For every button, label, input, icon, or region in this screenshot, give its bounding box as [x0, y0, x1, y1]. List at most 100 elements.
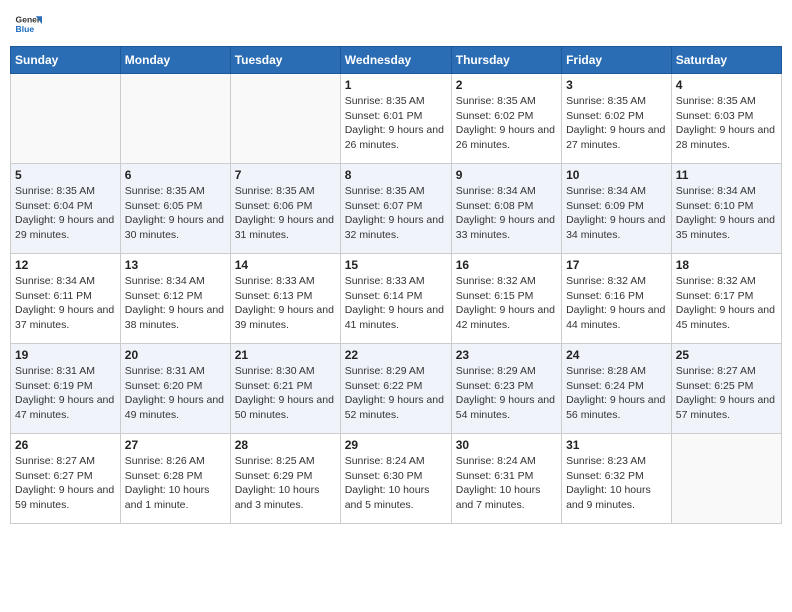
- calendar-day-cell: 3 Sunrise: 8:35 AM Sunset: 6:02 PM Daylig…: [562, 74, 672, 164]
- calendar-day-cell: 25 Sunrise: 8:27 AM Sunset: 6:25 PM Dayli…: [671, 344, 781, 434]
- day-number: 17: [566, 258, 667, 272]
- day-number: 1: [345, 78, 447, 92]
- day-number: 3: [566, 78, 667, 92]
- logo: General Blue: [14, 10, 46, 38]
- day-info: Sunrise: 8:33 AM Sunset: 6:13 PM Dayligh…: [235, 274, 336, 333]
- calendar-day-cell: 7 Sunrise: 8:35 AM Sunset: 6:06 PM Daylig…: [230, 164, 340, 254]
- svg-text:Blue: Blue: [16, 24, 35, 34]
- day-info: Sunrise: 8:25 AM Sunset: 6:29 PM Dayligh…: [235, 454, 336, 513]
- day-number: 6: [125, 168, 226, 182]
- calendar-day-cell: [671, 434, 781, 524]
- calendar-day-cell: 1 Sunrise: 8:35 AM Sunset: 6:01 PM Daylig…: [340, 74, 451, 164]
- calendar-day-cell: 11 Sunrise: 8:34 AM Sunset: 6:10 PM Dayli…: [671, 164, 781, 254]
- day-info: Sunrise: 8:34 AM Sunset: 6:10 PM Dayligh…: [676, 184, 777, 243]
- calendar-week-row: 12Sunrise: 8:34 AM Sunset: 6:11 PM Dayli…: [11, 254, 782, 344]
- day-number: 27: [125, 438, 226, 452]
- day-number: 21: [235, 348, 336, 362]
- day-info: Sunrise: 8:29 AM Sunset: 6:23 PM Dayligh…: [456, 364, 557, 423]
- day-info: Sunrise: 8:32 AM Sunset: 6:15 PM Dayligh…: [456, 274, 557, 333]
- day-info: Sunrise: 8:35 AM Sunset: 6:06 PM Dayligh…: [235, 184, 336, 243]
- day-number: 13: [125, 258, 226, 272]
- calendar-day-cell: 19 Sunrise: 8:31 AM Sunset: 6:19 PM Dayli…: [11, 344, 121, 434]
- calendar-day-cell: [230, 74, 340, 164]
- day-number: 20: [125, 348, 226, 362]
- calendar-day-cell: 21Sunrise: 8:30 AM Sunset: 6:21 PM Dayli…: [230, 344, 340, 434]
- day-info: Sunrise: 8:34 AM Sunset: 6:09 PM Dayligh…: [566, 184, 667, 243]
- calendar-table: SundayMondayTuesdayWednesdayThursdayFrid…: [10, 46, 782, 524]
- day-info: Sunrise: 8:35 AM Sunset: 6:02 PM Dayligh…: [566, 94, 667, 153]
- calendar-week-row: 26 Sunrise: 8:27 AM Sunset: 6:27 PM Dayli…: [11, 434, 782, 524]
- calendar-day-cell: 28 Sunrise: 8:25 AM Sunset: 6:29 PM Dayli…: [230, 434, 340, 524]
- weekday-header: Friday: [562, 47, 672, 74]
- logo-icon: General Blue: [14, 10, 42, 38]
- calendar-day-cell: 26 Sunrise: 8:27 AM Sunset: 6:27 PM Dayli…: [11, 434, 121, 524]
- calendar-day-cell: 2 Sunrise: 8:35 AM Sunset: 6:02 PM Daylig…: [451, 74, 561, 164]
- calendar-day-cell: 29 Sunrise: 8:24 AM Sunset: 6:30 PM Dayli…: [340, 434, 451, 524]
- calendar-day-cell: 9 Sunrise: 8:34 AM Sunset: 6:08 PM Daylig…: [451, 164, 561, 254]
- day-info: Sunrise: 8:35 AM Sunset: 6:03 PM Dayligh…: [676, 94, 777, 153]
- day-number: 19: [15, 348, 116, 362]
- day-number: 10: [566, 168, 667, 182]
- calendar-day-cell: 5Sunrise: 8:35 AM Sunset: 6:04 PM Daylig…: [11, 164, 121, 254]
- day-number: 11: [676, 168, 777, 182]
- weekday-header: Monday: [120, 47, 230, 74]
- page-header: General Blue: [10, 10, 782, 38]
- day-info: Sunrise: 8:27 AM Sunset: 6:27 PM Dayligh…: [15, 454, 116, 513]
- day-number: 7: [235, 168, 336, 182]
- calendar-day-cell: 23Sunrise: 8:29 AM Sunset: 6:23 PM Dayli…: [451, 344, 561, 434]
- day-info: Sunrise: 8:35 AM Sunset: 6:05 PM Dayligh…: [125, 184, 226, 243]
- calendar-week-row: 19 Sunrise: 8:31 AM Sunset: 6:19 PM Dayli…: [11, 344, 782, 434]
- weekday-header: Saturday: [671, 47, 781, 74]
- day-number: 9: [456, 168, 557, 182]
- calendar-day-cell: 14Sunrise: 8:33 AM Sunset: 6:13 PM Dayli…: [230, 254, 340, 344]
- day-info: Sunrise: 8:29 AM Sunset: 6:22 PM Dayligh…: [345, 364, 447, 423]
- calendar-day-cell: 18Sunrise: 8:32 AM Sunset: 6:17 PM Dayli…: [671, 254, 781, 344]
- day-info: Sunrise: 8:32 AM Sunset: 6:16 PM Dayligh…: [566, 274, 667, 333]
- day-number: 25: [676, 348, 777, 362]
- day-number: 4: [676, 78, 777, 92]
- day-number: 8: [345, 168, 447, 182]
- calendar-day-cell: 4 Sunrise: 8:35 AM Sunset: 6:03 PM Daylig…: [671, 74, 781, 164]
- calendar-day-cell: 24Sunrise: 8:28 AM Sunset: 6:24 PM Dayli…: [562, 344, 672, 434]
- day-info: Sunrise: 8:35 AM Sunset: 6:01 PM Dayligh…: [345, 94, 447, 153]
- calendar-day-cell: 12Sunrise: 8:34 AM Sunset: 6:11 PM Dayli…: [11, 254, 121, 344]
- day-info: Sunrise: 8:23 AM Sunset: 6:32 PM Dayligh…: [566, 454, 667, 513]
- calendar-day-cell: 16 Sunrise: 8:32 AM Sunset: 6:15 PM Dayli…: [451, 254, 561, 344]
- day-info: Sunrise: 8:34 AM Sunset: 6:12 PM Dayligh…: [125, 274, 226, 333]
- calendar-day-cell: 22 Sunrise: 8:29 AM Sunset: 6:22 PM Dayli…: [340, 344, 451, 434]
- weekday-header: Tuesday: [230, 47, 340, 74]
- day-info: Sunrise: 8:34 AM Sunset: 6:08 PM Dayligh…: [456, 184, 557, 243]
- calendar-week-row: 1 Sunrise: 8:35 AM Sunset: 6:01 PM Daylig…: [11, 74, 782, 164]
- day-number: 2: [456, 78, 557, 92]
- day-number: 29: [345, 438, 447, 452]
- calendar-header-row: SundayMondayTuesdayWednesdayThursdayFrid…: [11, 47, 782, 74]
- calendar-day-cell: 8 Sunrise: 8:35 AM Sunset: 6:07 PM Daylig…: [340, 164, 451, 254]
- calendar-day-cell: 15Sunrise: 8:33 AM Sunset: 6:14 PM Dayli…: [340, 254, 451, 344]
- day-info: Sunrise: 8:35 AM Sunset: 6:07 PM Dayligh…: [345, 184, 447, 243]
- day-number: 22: [345, 348, 447, 362]
- day-info: Sunrise: 8:27 AM Sunset: 6:25 PM Dayligh…: [676, 364, 777, 423]
- calendar-day-cell: 17 Sunrise: 8:32 AM Sunset: 6:16 PM Dayli…: [562, 254, 672, 344]
- day-number: 15: [345, 258, 447, 272]
- weekday-header: Wednesday: [340, 47, 451, 74]
- day-info: Sunrise: 8:31 AM Sunset: 6:19 PM Dayligh…: [15, 364, 116, 423]
- day-info: Sunrise: 8:24 AM Sunset: 6:31 PM Dayligh…: [456, 454, 557, 513]
- day-info: Sunrise: 8:34 AM Sunset: 6:11 PM Dayligh…: [15, 274, 116, 333]
- day-info: Sunrise: 8:32 AM Sunset: 6:17 PM Dayligh…: [676, 274, 777, 333]
- calendar-day-cell: 10 Sunrise: 8:34 AM Sunset: 6:09 PM Dayli…: [562, 164, 672, 254]
- weekday-header: Sunday: [11, 47, 121, 74]
- calendar-day-cell: [120, 74, 230, 164]
- day-info: Sunrise: 8:24 AM Sunset: 6:30 PM Dayligh…: [345, 454, 447, 513]
- day-number: 30: [456, 438, 557, 452]
- day-number: 31: [566, 438, 667, 452]
- calendar-day-cell: 27Sunrise: 8:26 AM Sunset: 6:28 PM Dayli…: [120, 434, 230, 524]
- day-info: Sunrise: 8:35 AM Sunset: 6:02 PM Dayligh…: [456, 94, 557, 153]
- day-number: 28: [235, 438, 336, 452]
- day-number: 26: [15, 438, 116, 452]
- day-number: 16: [456, 258, 557, 272]
- calendar-day-cell: 31 Sunrise: 8:23 AM Sunset: 6:32 PM Dayli…: [562, 434, 672, 524]
- calendar-day-cell: 30 Sunrise: 8:24 AM Sunset: 6:31 PM Dayli…: [451, 434, 561, 524]
- day-info: Sunrise: 8:31 AM Sunset: 6:20 PM Dayligh…: [125, 364, 226, 423]
- day-number: 5: [15, 168, 116, 182]
- weekday-header: Thursday: [451, 47, 561, 74]
